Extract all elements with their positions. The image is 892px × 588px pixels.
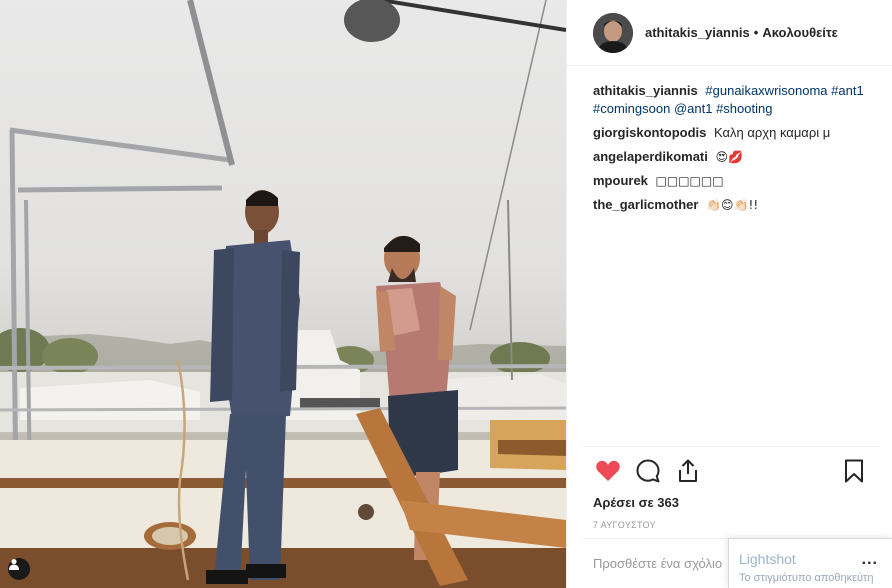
post-header: athitakis_yiannis • Ακολουθείτε [567, 0, 892, 66]
header-separator: • [753, 25, 759, 40]
action-bar [583, 447, 879, 495]
save-button[interactable] [837, 454, 871, 488]
caption: athitakis_yiannis #gunaikaxwrisonoma #an… [593, 82, 883, 118]
comment-username[interactable]: angelaperdikomati [593, 149, 708, 164]
hashtag-link[interactable]: #shooting [716, 101, 772, 116]
post-actions-section: Αρέσει σε 363 7 ΑΥΓΟΥΣΤΟΥ [583, 446, 879, 530]
list-item: mpourek □□□□□□ [593, 172, 883, 190]
comment-text: 😍💋 [715, 150, 743, 164]
following-button[interactable]: Ακολουθείτε [762, 25, 838, 40]
list-item: giorgiskontopodis Καλη αρχη καμαρι μ [593, 124, 883, 142]
list-item: the_garlicmother 👏🏻😊👏🏻!! [593, 196, 883, 214]
mention-link[interactable]: @ant1 [674, 101, 713, 116]
tagged-user-badge[interactable] [8, 558, 30, 580]
more-options-button[interactable]: ... [862, 551, 878, 569]
comment-text: □□□□□□ [655, 174, 724, 188]
avatar[interactable] [593, 12, 633, 53]
comment-text: 👏🏻😊👏🏻!! [706, 198, 759, 212]
comment-input[interactable] [593, 556, 723, 571]
lightshot-notification[interactable]: Lightshot Το στιγμιότυπο αποθηκεύτη ... [728, 538, 892, 588]
post-photo[interactable] [0, 0, 566, 588]
avatar-image [593, 12, 633, 53]
hashtag-link[interactable]: #gunaikaxwrisonoma [705, 83, 827, 98]
hashtag-link[interactable]: #ant1 [831, 83, 864, 98]
hashtag-link[interactable]: #comingsoon [593, 101, 670, 116]
comment-text: Καλη αρχη καμαρι μ [714, 125, 831, 140]
post-date[interactable]: 7 ΑΥΓΟΥΣΤΟΥ [583, 520, 879, 530]
post-username[interactable]: athitakis_yiannis [645, 25, 750, 40]
lightshot-title: Lightshot [739, 551, 796, 567]
caption-username[interactable]: athitakis_yiannis [593, 83, 698, 98]
share-icon [679, 459, 697, 482]
share-button[interactable] [671, 454, 705, 488]
bookmark-icon [845, 459, 863, 483]
comment-username[interactable]: the_garlicmother [593, 197, 698, 212]
post-side-panel: athitakis_yiannis • Ακολουθείτε athitaki… [566, 0, 892, 588]
likes-count[interactable]: Αρέσει σε 363 [583, 495, 879, 510]
lightshot-subtitle: Το στιγμιότυπο αποθηκεύτη [739, 572, 874, 584]
like-button[interactable] [591, 454, 625, 488]
list-item: angelaperdikomati 😍💋 [593, 148, 883, 166]
comment-username[interactable]: mpourek [593, 173, 648, 188]
user-icon [9, 559, 19, 570]
comment-username[interactable]: giorgiskontopodis [593, 125, 706, 140]
photo-scene [0, 0, 566, 588]
comment-icon [636, 459, 660, 483]
comment-button[interactable] [631, 454, 665, 488]
heart-icon [596, 460, 620, 481]
comments-list: athitakis_yiannis #gunaikaxwrisonoma #an… [593, 82, 883, 220]
